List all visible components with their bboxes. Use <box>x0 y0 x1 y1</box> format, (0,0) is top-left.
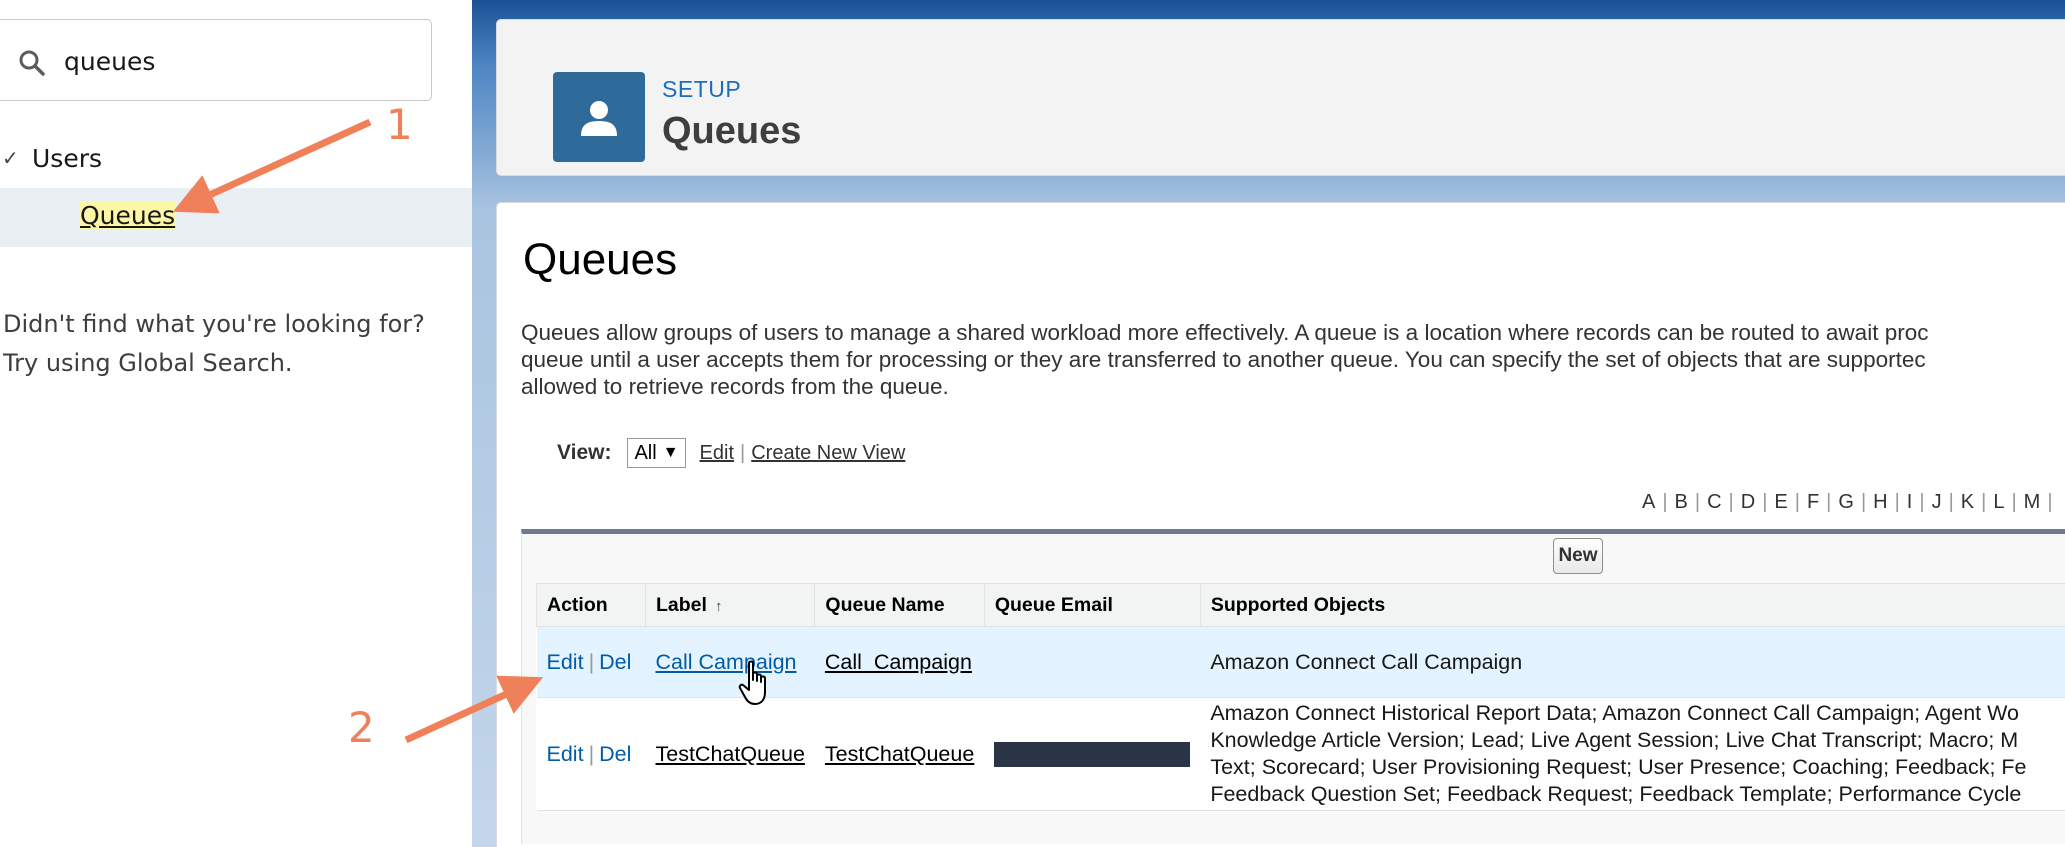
quick-find-search[interactable] <box>0 19 432 101</box>
row-actions: Edit | Del <box>536 697 646 811</box>
queue-name-link[interactable]: TestChatQueue <box>825 742 974 766</box>
tree-node-queues[interactable]: Queues <box>0 188 472 247</box>
tree-node-queues-link[interactable]: Queues <box>79 201 177 230</box>
queue-name-cell: Call_Campaign <box>814 626 985 698</box>
column-header-supported-objects: Supported Objects <box>1199 583 2065 627</box>
content-heading: Queues <box>523 235 678 284</box>
column-header-queue-email[interactable]: Queue Email <box>983 583 1201 627</box>
edit-link[interactable]: Edit <box>547 742 584 766</box>
queue-label-link[interactable]: TestChatQueue <box>656 742 805 766</box>
queues-description: Queues allow groups of users to manage a… <box>521 319 2065 400</box>
alpha-filter-i[interactable]: I <box>1900 491 1920 514</box>
supported-objects-line: Amazon Connect Call Campaign <box>1210 649 1523 674</box>
dropdown-arrow-icon: ▼ <box>662 444 679 461</box>
queue-label-cell: TestChatQueue <box>645 697 815 811</box>
chevron-down-icon[interactable]: ✓ <box>2 146 30 170</box>
alpha-filter-h[interactable]: H <box>1866 491 1894 514</box>
queue-name-link[interactable]: Call_Campaign <box>825 650 972 674</box>
supported-objects-cell: Amazon Connect Call Campaign <box>1200 626 2065 698</box>
main-content-area: SETUP Queues Queues Queues allow groups … <box>472 0 2065 847</box>
header-eyebrow: SETUP <box>662 76 742 102</box>
new-queue-button[interactable]: New <box>1553 538 1603 574</box>
delete-link[interactable]: Del <box>599 742 631 766</box>
page-title: Queues <box>662 110 802 152</box>
queue-email-cell <box>984 626 1201 698</box>
alpha-filter-f[interactable]: F <box>1800 491 1826 514</box>
alpha-filter-l[interactable]: L <box>1986 491 2011 514</box>
not-found-message: Didn't find what you're looking for? Try… <box>3 305 425 383</box>
column-header-queue-name[interactable]: Queue Name <box>814 583 985 627</box>
annotation-step-1: 1 <box>386 100 413 149</box>
view-selector-row: View: All ▼ Edit | Create New View <box>557 437 905 469</box>
delete-link[interactable]: Del <box>599 650 631 674</box>
supported-objects-line: Text; Scorecard; User Provisioning Reque… <box>1210 755 2027 779</box>
view-select-value: All <box>634 441 657 464</box>
tree-node-users-label: Users <box>32 143 103 173</box>
description-line: queue until a user accepts them for proc… <box>521 347 1926 372</box>
annotation-step-2: 2 <box>348 703 375 752</box>
user-icon <box>581 101 617 136</box>
supported-objects-line: Knowledge Article Version; Lead; Live Ag… <box>1210 728 2019 752</box>
alpha-filter-b[interactable]: B <box>1668 491 1695 514</box>
column-header-action: Action <box>536 583 646 627</box>
edit-view-link[interactable]: Edit <box>700 442 734 465</box>
sort-ascending-icon: ↑ <box>714 597 723 615</box>
quick-find-input[interactable] <box>64 42 404 80</box>
alpha-filter-d[interactable]: D <box>1734 491 1762 514</box>
description-line: Queues allow groups of users to manage a… <box>521 320 1929 345</box>
page-header: SETUP Queues <box>496 19 2065 176</box>
alpha-filter-m[interactable]: M <box>2017 491 2048 514</box>
alpha-filter-e[interactable]: E <box>1767 491 1794 514</box>
column-header-label[interactable]: Label ↑ <box>644 583 816 627</box>
supported-objects-line: Amazon Connect Historical Report Data; A… <box>1210 701 2019 725</box>
tree-node-users[interactable]: ✓ Users <box>0 138 102 178</box>
queue-email-cell <box>984 697 1201 811</box>
supported-objects-cell: Amazon Connect Historical Report Data; A… <box>1200 697 2065 811</box>
supported-objects-line: Feedback Question Set; Feedback Request;… <box>1210 782 2022 806</box>
separator: | <box>740 441 746 464</box>
alpha-filter-k[interactable]: K <box>1954 491 1981 514</box>
alpha-filter-g[interactable]: G <box>1831 491 1861 514</box>
not-found-line2: Try using Global Search. <box>3 349 293 377</box>
edit-link[interactable]: Edit <box>547 650 584 674</box>
header-icon-tile <box>553 72 645 162</box>
description-line: allowed to retrieve records from the que… <box>521 374 949 399</box>
queue-label-link[interactable]: Call Campaign <box>656 650 797 674</box>
alpha-filter-c[interactable]: C <box>1700 491 1728 514</box>
search-icon <box>19 50 45 76</box>
alphabet-filter: A | B | C | D | E | F | G | H | I | J | K | L | M | <box>1635 491 2053 514</box>
row-actions: Edit | Del <box>536 626 646 698</box>
not-found-line1: Didn't find what you're looking for? <box>3 310 425 338</box>
queue-name-cell: TestChatQueue <box>814 697 985 811</box>
content-card: Queues Queues allow groups of users to m… <box>496 202 2065 847</box>
queue-label-cell: Call Campaign <box>645 626 815 698</box>
view-label: View: <box>557 441 612 464</box>
create-new-view-link[interactable]: Create New View <box>751 442 905 465</box>
table-header-row: Action Label ↑ Queue Name Queue Email Sup… <box>536 583 2065 627</box>
alpha-filter-a[interactable]: A <box>1635 491 1662 514</box>
table-row: Edit | Del TestChatQueue TestChatQueue Ama… <box>536 697 2065 811</box>
redacted-email <box>994 741 1191 767</box>
view-select[interactable]: All ▼ <box>627 438 686 468</box>
hand-cursor-icon <box>738 660 766 705</box>
alpha-filter-j[interactable]: J <box>1925 491 1949 514</box>
